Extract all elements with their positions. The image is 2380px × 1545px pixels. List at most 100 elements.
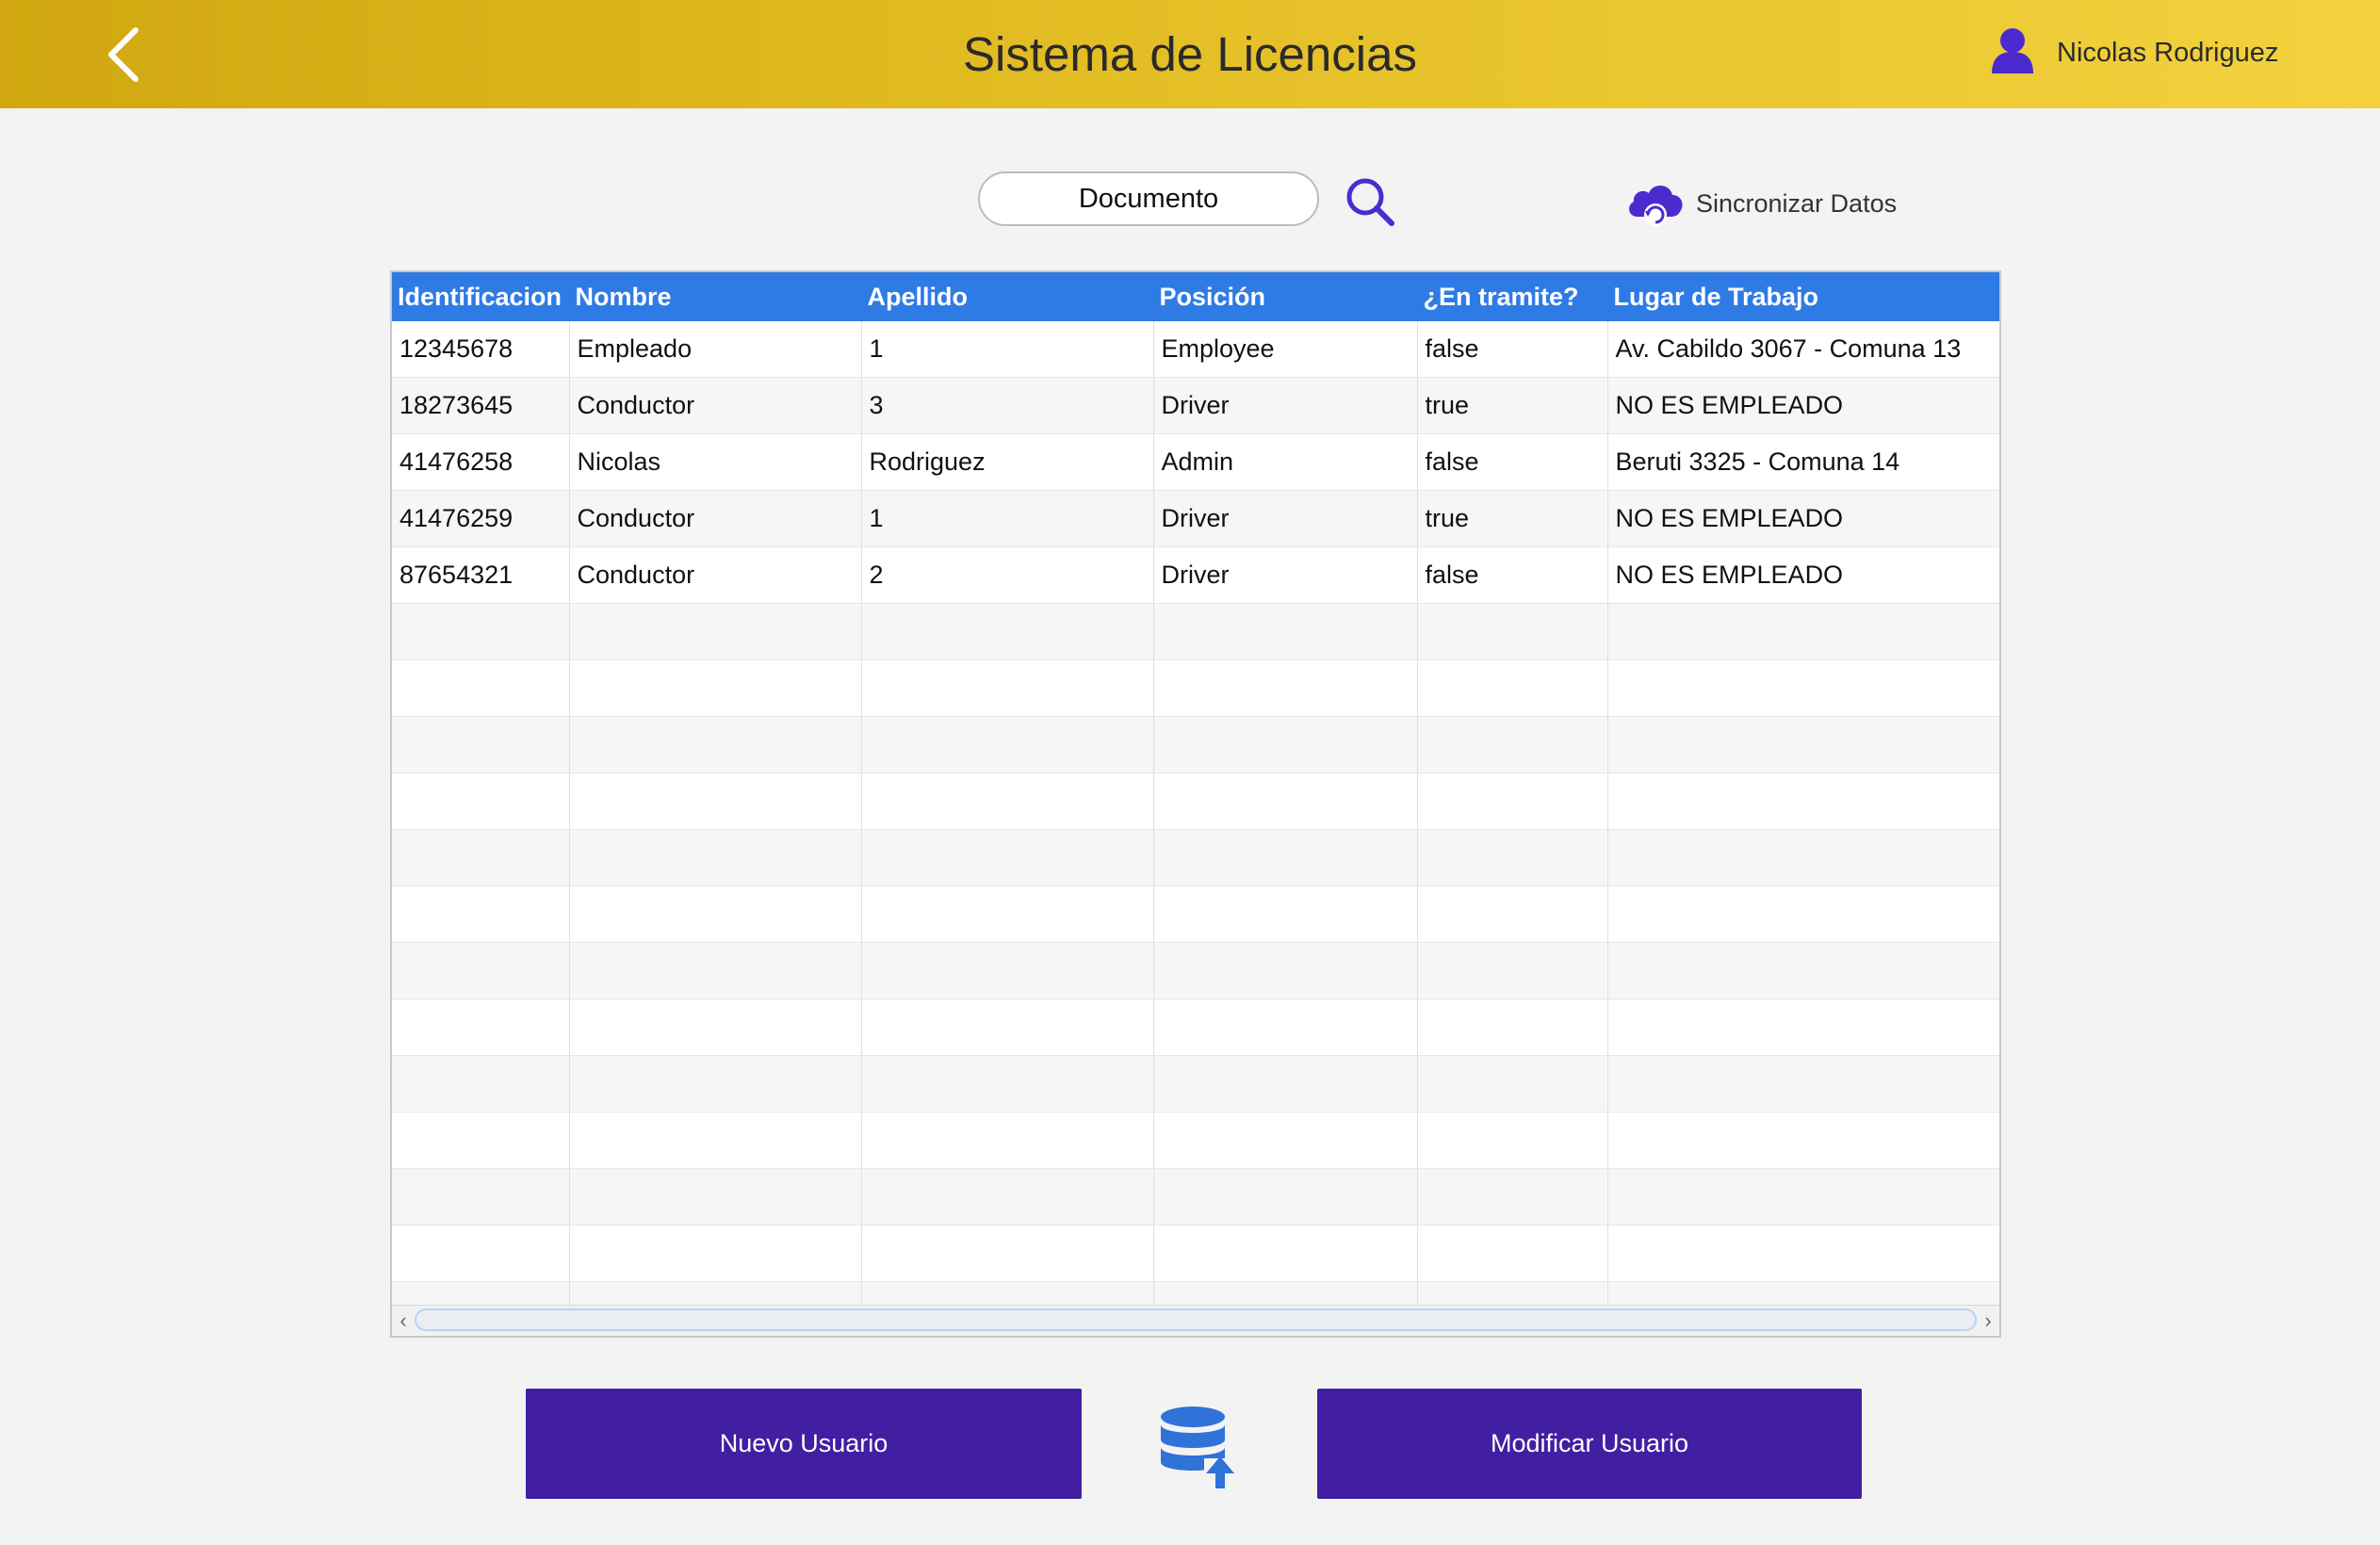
table-cell: 41476259 [392, 490, 570, 547]
table-cell: NO ES EMPLEADO [1607, 377, 1999, 434]
table-row[interactable]: 18273645 Conductor 3 Driver true NO ES E… [392, 377, 1999, 434]
empty-table-cell [569, 999, 862, 1056]
column-header-nombre[interactable]: Nombre [569, 272, 862, 321]
empty-table-cell [569, 716, 862, 773]
empty-rows [392, 603, 1999, 1336]
empty-table-cell [1153, 1225, 1418, 1282]
empty-table-cell [1607, 1168, 1999, 1226]
empty-table-cell [569, 1055, 862, 1113]
scrollbar-thumb[interactable] [415, 1309, 1977, 1331]
empty-table-cell [861, 772, 1154, 830]
table-cell: Driver [1153, 546, 1418, 604]
table-cell: 2 [861, 546, 1154, 604]
table-cell: Driver [1153, 377, 1418, 434]
empty-table-cell [1153, 716, 1418, 773]
new-user-button[interactable]: Nuevo Usuario [526, 1389, 1082, 1499]
modify-user-button[interactable]: Modificar Usuario [1317, 1389, 1862, 1499]
empty-table-cell [861, 716, 1154, 773]
empty-table-row [392, 659, 1999, 717]
empty-table-cell [392, 1225, 570, 1282]
empty-table-cell [392, 1055, 570, 1113]
empty-table-cell [1417, 1168, 1608, 1226]
table-cell: Conductor [569, 377, 862, 434]
empty-table-cell [861, 603, 1154, 660]
empty-table-cell [1607, 886, 1999, 943]
empty-table-cell [1607, 659, 1999, 717]
table-cell: Admin [1153, 433, 1418, 491]
table-cell: 12345678 [392, 321, 570, 378]
table-cell: Rodriguez [861, 433, 1154, 491]
table-row[interactable]: 41476258 Nicolas Rodriguez Admin false B… [392, 433, 1999, 491]
table-cell: Nicolas [569, 433, 862, 491]
modify-user-label: Modificar Usuario [1490, 1429, 1689, 1457]
table-cell: NO ES EMPLEADO [1607, 490, 1999, 547]
table-cell: 3 [861, 377, 1154, 434]
empty-table-cell [1607, 772, 1999, 830]
app-header: Sistema de Licencias Nicolas Rodriguez [0, 0, 2380, 108]
table-row[interactable]: 41476259 Conductor 1 Driver true NO ES E… [392, 490, 1999, 547]
empty-table-cell [392, 1112, 570, 1169]
search-button[interactable] [1344, 175, 1396, 228]
table-cell: Av. Cabildo 3067 - Comuna 13 [1607, 321, 1999, 378]
table-cell: 1 [861, 490, 1154, 547]
empty-table-cell [861, 659, 1154, 717]
empty-table-cell [1153, 1112, 1418, 1169]
empty-table-cell [392, 772, 570, 830]
empty-table-cell [1607, 1055, 1999, 1113]
table-cell: 18273645 [392, 377, 570, 434]
empty-table-row [392, 942, 1999, 1000]
empty-table-cell [392, 829, 570, 886]
empty-table-cell [861, 1168, 1154, 1226]
empty-table-cell [1153, 603, 1418, 660]
user-name[interactable]: Nicolas Rodriguez [2057, 38, 2278, 69]
table-row[interactable]: 12345678 Empleado 1 Employee false Av. C… [392, 321, 1999, 378]
empty-table-cell [1417, 659, 1608, 717]
empty-table-cell [569, 886, 862, 943]
empty-table-row [392, 1112, 1999, 1169]
empty-table-cell [1417, 716, 1608, 773]
document-search-input[interactable] [978, 171, 1319, 226]
table-cell: NO ES EMPLEADO [1607, 546, 1999, 604]
empty-table-row [392, 1225, 1999, 1282]
empty-table-cell [392, 659, 570, 717]
scroll-right-icon[interactable]: › [1980, 1309, 1997, 1332]
users-table: Identificacion Nombre Apellido Posición … [390, 270, 2001, 1338]
table-cell: Driver [1153, 490, 1418, 547]
table-cell: 41476258 [392, 433, 570, 491]
empty-table-cell [569, 1168, 862, 1226]
empty-table-cell [392, 716, 570, 773]
horizontal-scrollbar[interactable]: ‹ › [392, 1305, 1999, 1336]
empty-table-cell [1417, 942, 1608, 1000]
empty-table-cell [569, 1225, 862, 1282]
table-cell: true [1417, 490, 1608, 547]
column-header-lugar-de-trabajo[interactable]: Lugar de Trabajo [1607, 272, 1999, 321]
empty-table-cell [569, 659, 862, 717]
empty-table-cell [569, 603, 862, 660]
column-header-en-tramite[interactable]: ¿En tramite? [1417, 272, 1608, 321]
column-header-identificacion[interactable]: Identificacion [392, 272, 570, 321]
cloud-sync-icon [1629, 185, 1683, 226]
empty-table-cell [1417, 829, 1608, 886]
table-cell: false [1417, 321, 1608, 378]
empty-table-row [392, 603, 1999, 660]
empty-table-cell [569, 1112, 862, 1169]
database-upload-icon[interactable] [1157, 1404, 1242, 1490]
empty-table-cell [1153, 1055, 1418, 1113]
empty-table-cell [861, 829, 1154, 886]
empty-table-cell [392, 603, 570, 660]
empty-table-cell [861, 886, 1154, 943]
column-header-posicion[interactable]: Posición [1153, 272, 1418, 321]
column-header-apellido[interactable]: Apellido [861, 272, 1154, 321]
page-title: Sistema de Licencias [963, 27, 1417, 81]
back-button[interactable] [94, 21, 160, 89]
scroll-left-icon[interactable]: ‹ [395, 1309, 412, 1332]
search-icon [1346, 178, 1394, 226]
empty-table-cell [569, 772, 862, 830]
empty-table-row [392, 829, 1999, 886]
empty-table-cell [1417, 1112, 1608, 1169]
empty-table-row [392, 999, 1999, 1056]
user-icon[interactable] [1990, 26, 2035, 73]
table-row[interactable]: 87654321 Conductor 2 Driver false NO ES … [392, 546, 1999, 604]
new-user-label: Nuevo Usuario [719, 1429, 888, 1457]
sync-data-button[interactable]: Sincronizar Datos [1624, 175, 1897, 232]
